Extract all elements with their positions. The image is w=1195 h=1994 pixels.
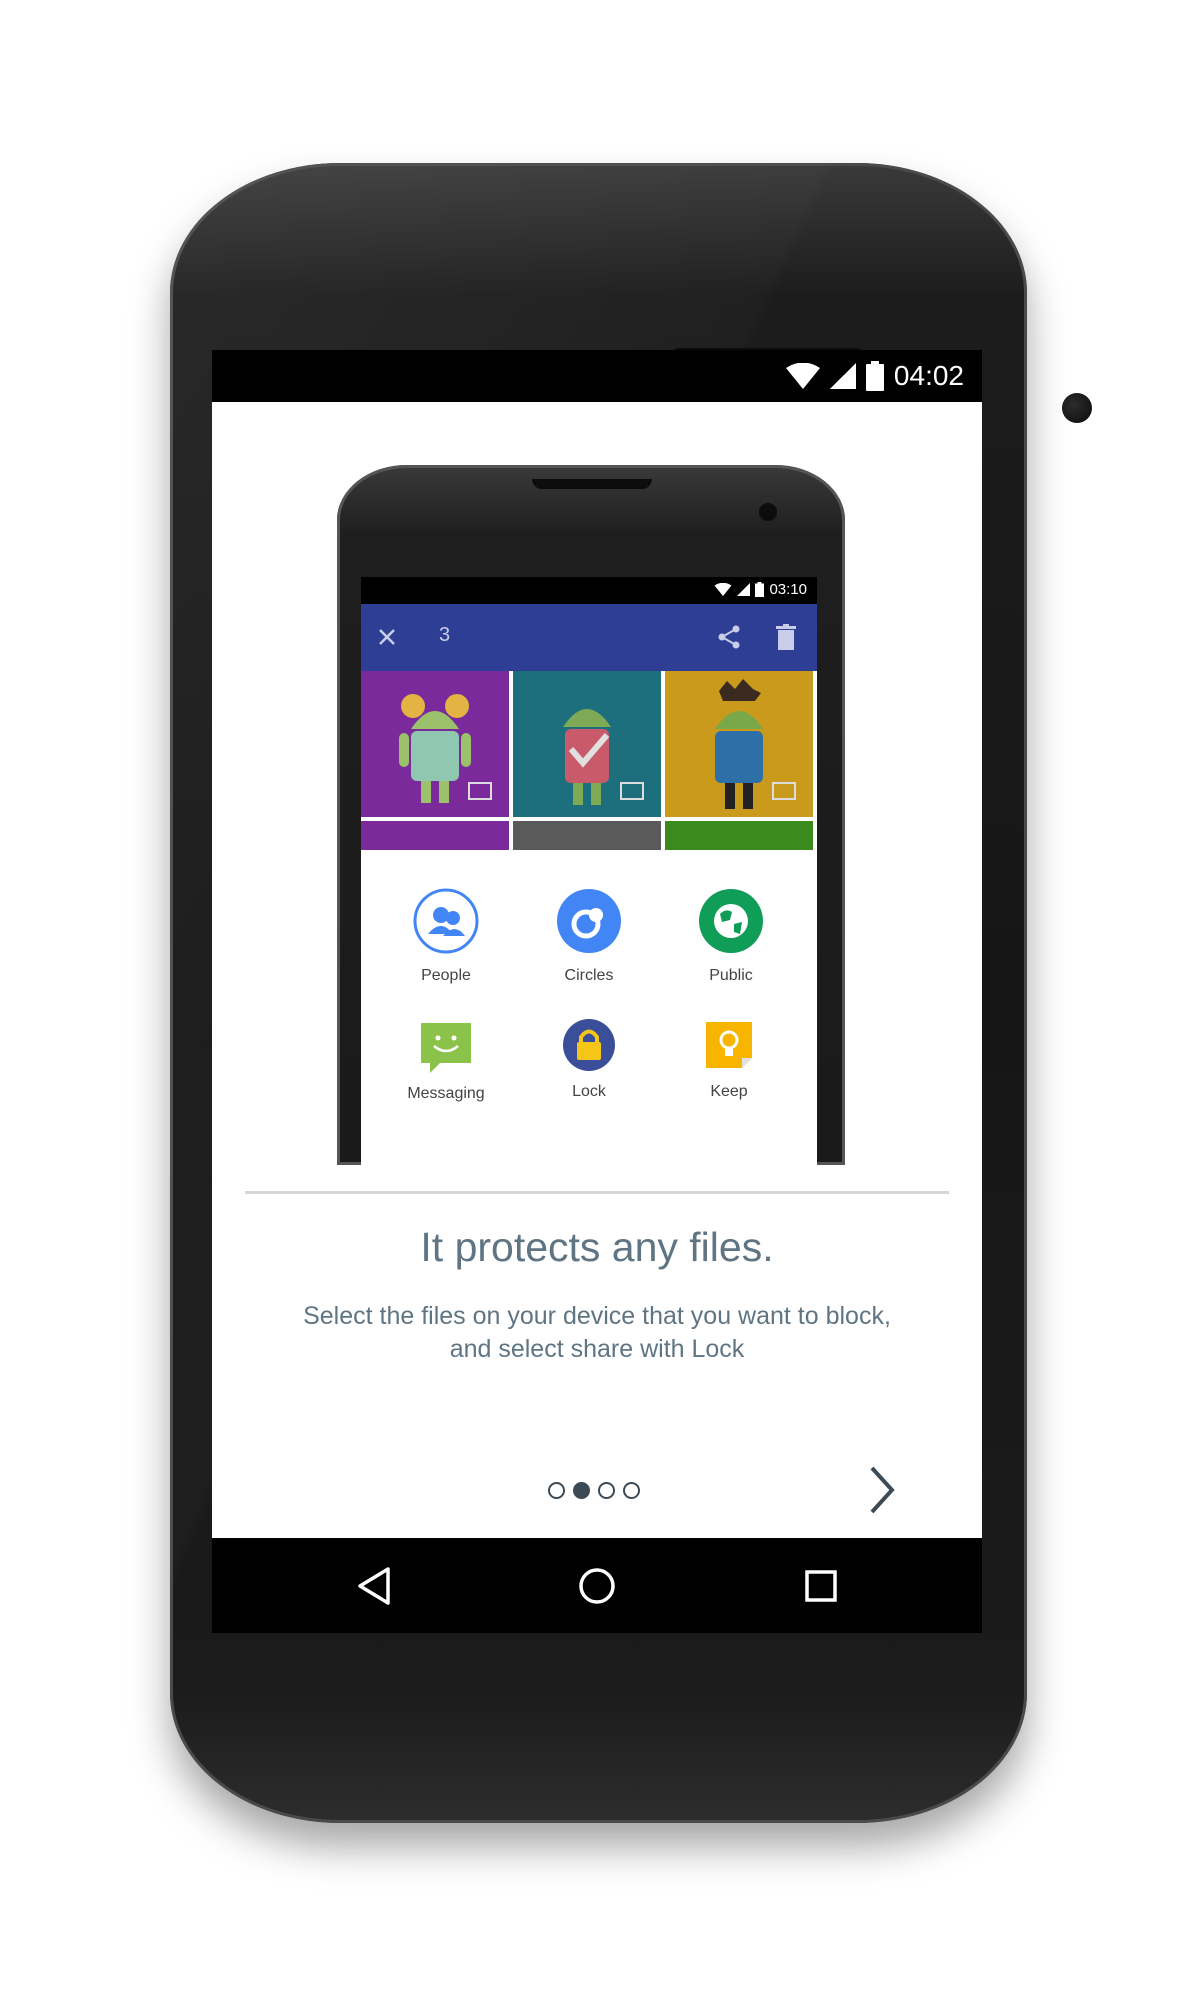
- navigation-bar: [212, 1538, 982, 1633]
- device-screen: 04:02 03:10 3 People Circles Public Mess…: [212, 350, 982, 1633]
- back-button[interactable]: [348, 1560, 400, 1612]
- keep-icon: [706, 1022, 752, 1068]
- battery-icon: [755, 582, 765, 597]
- share-item-messaging: Messaging: [376, 1018, 516, 1103]
- share-label: Messaging: [407, 1085, 485, 1102]
- close-icon: [379, 629, 395, 645]
- wifi-icon: [785, 363, 820, 389]
- share-item-public: Public: [661, 888, 801, 985]
- onboarding-description: Select the files on your device that you…: [212, 1300, 982, 1366]
- recents-square-icon: [805, 1570, 837, 1602]
- wifi-icon: [714, 583, 732, 596]
- divider: [245, 1191, 949, 1194]
- home-button[interactable]: [571, 1560, 623, 1612]
- share-label: Lock: [572, 1083, 606, 1100]
- grid-image: [665, 671, 813, 817]
- share-icon: [718, 625, 740, 649]
- share-label: People: [421, 967, 471, 984]
- public-globe-icon: [699, 889, 763, 953]
- recents-button[interactable]: [795, 1560, 847, 1612]
- selected-count: 3: [439, 624, 451, 646]
- page-dot[interactable]: [623, 1482, 640, 1499]
- page-dot[interactable]: [598, 1482, 615, 1499]
- description-line: and select share with Lock: [449, 1335, 745, 1363]
- battery-icon: [865, 361, 884, 391]
- messaging-icon: [421, 1023, 471, 1073]
- description-line: Select the files on your device that you…: [303, 1302, 891, 1330]
- onboarding-page: 03:10 3 People Circles Public Messaging …: [212, 402, 982, 1538]
- grid-image: [361, 671, 509, 817]
- page-dot-active[interactable]: [573, 1482, 590, 1499]
- illustration-toolbar: 3: [361, 604, 817, 671]
- share-label: Public: [709, 967, 753, 984]
- circles-icon: [557, 889, 621, 953]
- delete-icon: [776, 624, 796, 650]
- illustration-status-bar: 03:10: [361, 577, 817, 604]
- next-arrow-icon[interactable]: [862, 1464, 902, 1516]
- share-label: Keep: [710, 1083, 748, 1100]
- lock-icon: [563, 1019, 615, 1071]
- share-item-lock: Lock: [519, 1018, 659, 1101]
- back-triangle-icon: [358, 1567, 390, 1605]
- share-item-people: People: [376, 888, 516, 985]
- share-item-keep: Keep: [659, 1018, 799, 1101]
- status-bar: 04:02: [212, 350, 982, 402]
- illustration-time: 03:10: [769, 581, 807, 598]
- home-circle-icon: [579, 1568, 615, 1604]
- page-dot[interactable]: [548, 1482, 565, 1499]
- front-camera: [1062, 393, 1092, 423]
- people-icon: [413, 888, 479, 954]
- share-label: Circles: [564, 967, 614, 984]
- page-indicator: [548, 1482, 640, 1499]
- status-time: 04:02: [893, 360, 964, 391]
- share-sheet: People Circles Public Messaging Lock Kee…: [361, 850, 817, 1165]
- signal-icon: [829, 363, 856, 389]
- share-item-circles: Circles: [519, 888, 659, 985]
- signal-icon: [737, 583, 751, 596]
- illustration-screen: 03:10 3 People Circles Public Messaging …: [361, 577, 817, 1165]
- onboarding-title: It protects any files.: [420, 1224, 774, 1270]
- grid-image-selected: [513, 671, 661, 817]
- illustration-phone: 03:10 3 People Circles Public Messaging …: [337, 465, 845, 1165]
